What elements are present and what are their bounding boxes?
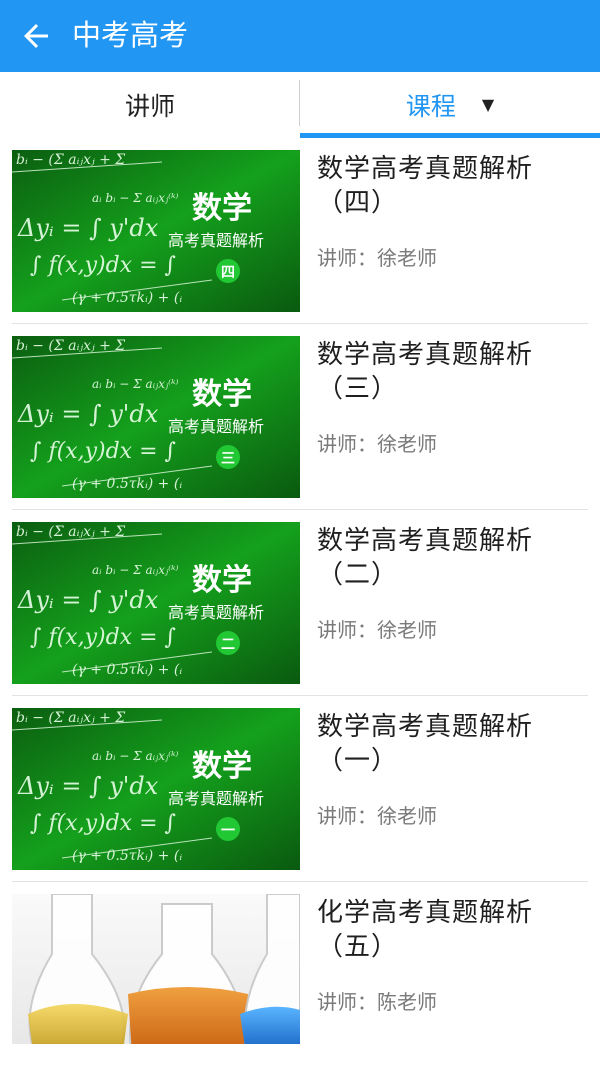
- thumb-subject: 数学: [192, 563, 252, 598]
- course-thumbnail: bᵢ − (Σ aᵢⱼxⱼ + Σ Δyᵢ = ∫ y'dx ∫ f(x,y)d…: [12, 336, 300, 498]
- course-thumbnail: bᵢ − (Σ aᵢⱼxⱼ + Σ Δyᵢ = ∫ y'dx ∫ f(x,y)d…: [12, 150, 300, 312]
- svg-text:Δyᵢ = ∫ y'dx: Δyᵢ = ∫ y'dx: [17, 214, 159, 242]
- course-item[interactable]: bᵢ − (Σ aᵢⱼxⱼ + Σ Δyᵢ = ∫ y'dx ∫ f(x,y)d…: [0, 138, 600, 324]
- thumb-caption: 高考真题解析: [168, 603, 264, 622]
- course-title: 数学高考真题解析 （一）: [317, 712, 534, 776]
- svg-text:Δyᵢ = ∫ y'dx: Δyᵢ = ∫ y'dx: [17, 772, 159, 800]
- course-item[interactable]: bᵢ − (Σ aᵢⱼxⱼ + Σ Δyᵢ = ∫ y'dx ∫ f(x,y)d…: [0, 510, 600, 696]
- course-teacher: 讲师：徐老师: [317, 618, 437, 642]
- course-thumbnail: [12, 894, 300, 1044]
- course-teacher: 讲师：陈老师: [317, 990, 437, 1014]
- svg-text:aᵢ bᵢ − Σ aᵢⱼxⱼ⁽ᵏ⁾: aᵢ bᵢ − Σ aᵢⱼxⱼ⁽ᵏ⁾: [92, 749, 178, 763]
- tab-teacher-label: 讲师: [124, 92, 175, 121]
- back-button[interactable]: [18, 18, 54, 54]
- course-title: 数学高考真题解析 （三）: [317, 340, 534, 404]
- svg-text:aᵢ bᵢ − Σ aᵢⱼxⱼ⁽ᵏ⁾: aᵢ bᵢ − Σ aᵢⱼxⱼ⁽ᵏ⁾: [92, 377, 178, 391]
- svg-text:∫ f(x,y)dx = ∫: ∫ f(x,y)dx = ∫: [30, 811, 177, 836]
- course-title: 数学高考真题解析 （四）: [317, 154, 534, 218]
- svg-text:Δyᵢ = ∫ y'dx: Δyᵢ = ∫ y'dx: [17, 586, 159, 614]
- svg-text:Δyᵢ = ∫ y'dx: Δyᵢ = ∫ y'dx: [17, 400, 159, 428]
- app-bar: 中考高考: [0, 0, 600, 72]
- course-thumbnail: bᵢ − (Σ aᵢⱼxⱼ + Σ Δyᵢ = ∫ y'dx ∫ f(x,y)d…: [12, 708, 300, 870]
- course-thumbnail: bᵢ − (Σ aᵢⱼxⱼ + Σ Δyᵢ = ∫ y'dx ∫ f(x,y)d…: [12, 522, 300, 684]
- course-teacher: 讲师：徐老师: [317, 804, 437, 828]
- svg-text:(γ + 0.5τkᵢ) + (ᵢ: (γ + 0.5τkᵢ) + (ᵢ: [72, 662, 182, 678]
- thumb-caption: 高考真题解析: [168, 231, 264, 250]
- course-title: 数学高考真题解析 （二）: [317, 526, 534, 590]
- course-teacher: 讲师：徐老师: [317, 432, 437, 456]
- arrow-left-icon: [24, 24, 48, 48]
- svg-text:aᵢ bᵢ − Σ aᵢⱼxⱼ⁽ᵏ⁾: aᵢ bᵢ − Σ aᵢⱼxⱼ⁽ᵏ⁾: [92, 191, 178, 205]
- course-teacher: 讲师：徐老师: [317, 246, 437, 270]
- thumb-badge: 四: [221, 265, 235, 281]
- svg-text:∫ f(x,y)dx = ∫: ∫ f(x,y)dx = ∫: [30, 439, 177, 464]
- tab-bar: 讲师 课程 ▼: [0, 72, 600, 138]
- thumb-subject: 数学: [192, 749, 252, 784]
- tab-teacher[interactable]: 讲师: [0, 72, 300, 138]
- thumb-caption: 高考真题解析: [168, 417, 264, 436]
- course-item[interactable]: bᵢ − (Σ aᵢⱼxⱼ + Σ Δyᵢ = ∫ y'dx ∫ f(x,y)d…: [0, 324, 600, 510]
- svg-text:aᵢ bᵢ − Σ aᵢⱼxⱼ⁽ᵏ⁾: aᵢ bᵢ − Σ aᵢⱼxⱼ⁽ᵏ⁾: [92, 563, 178, 577]
- thumb-subject: 数学: [192, 191, 252, 226]
- svg-text:bᵢ − (Σ aᵢⱼxⱼ + Σ: bᵢ − (Σ aᵢⱼxⱼ + Σ: [16, 338, 125, 354]
- svg-text:bᵢ − (Σ aᵢⱼxⱼ + Σ: bᵢ − (Σ aᵢⱼxⱼ + Σ: [16, 152, 125, 168]
- course-item[interactable]: 化学高考真题解析 （五） 讲师：陈老师: [0, 882, 600, 1068]
- thumb-badge: 一: [221, 823, 235, 839]
- tab-course-label: 课程: [405, 92, 456, 121]
- svg-text:∫ f(x,y)dx = ∫: ∫ f(x,y)dx = ∫: [30, 625, 177, 650]
- tab-course[interactable]: 课程 ▼: [300, 72, 600, 138]
- page-title: 中考高考: [72, 18, 189, 52]
- svg-text:(γ + 0.5τkᵢ) + (ᵢ: (γ + 0.5τkᵢ) + (ᵢ: [72, 476, 182, 492]
- caret-down-icon: ▼: [481, 94, 495, 114]
- svg-text:∫ f(x,y)dx = ∫: ∫ f(x,y)dx = ∫: [30, 253, 177, 278]
- svg-text:bᵢ − (Σ aᵢⱼxⱼ + Σ: bᵢ − (Σ aᵢⱼxⱼ + Σ: [16, 524, 125, 540]
- course-title: 化学高考真题解析 （五）: [317, 898, 534, 962]
- svg-text:(γ + 0.5τkᵢ) + (ᵢ: (γ + 0.5τkᵢ) + (ᵢ: [72, 290, 182, 306]
- course-item[interactable]: bᵢ − (Σ aᵢⱼxⱼ + Σ Δyᵢ = ∫ y'dx ∫ f(x,y)d…: [0, 696, 600, 882]
- thumb-badge: 三: [221, 451, 235, 467]
- svg-text:bᵢ − (Σ aᵢⱼxⱼ + Σ: bᵢ − (Σ aᵢⱼxⱼ + Σ: [16, 710, 125, 726]
- thumb-subject: 数学: [192, 377, 252, 412]
- thumb-caption: 高考真题解析: [168, 789, 264, 808]
- svg-text:(γ + 0.5τkᵢ) + (ᵢ: (γ + 0.5τkᵢ) + (ᵢ: [72, 848, 182, 864]
- thumb-badge: 二: [221, 637, 235, 653]
